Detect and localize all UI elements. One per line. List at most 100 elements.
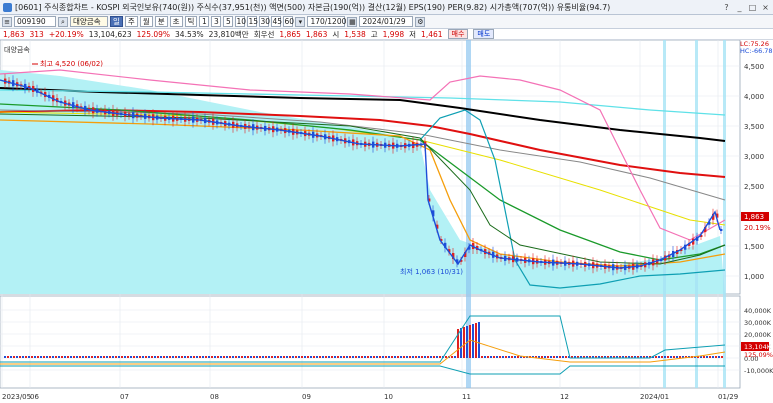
app-icon xyxy=(3,2,12,12)
volume-bar xyxy=(118,356,120,358)
volume-bar xyxy=(133,356,135,358)
minimize-button[interactable]: _ xyxy=(734,2,745,13)
quote-bar: 1,863 313 +20.19% 13,104,623 125.09% 34.… xyxy=(0,29,773,40)
volume-bar xyxy=(235,356,237,358)
price-axis: 4,5004,0003,5003,0002,5002,0001,5001,000 xyxy=(744,63,764,281)
volume-bar xyxy=(328,356,330,358)
period-tick-button[interactable]: 틱 xyxy=(184,16,198,27)
maximize-button[interactable]: □ xyxy=(747,2,758,13)
volume-bar xyxy=(355,356,357,358)
volume-bar xyxy=(100,356,102,358)
volume-bar xyxy=(199,356,201,358)
volume-bar xyxy=(514,356,516,358)
date-axis-label: 07 xyxy=(120,393,129,401)
volume-bar xyxy=(292,356,294,358)
volume-axis: 40,000K30,000K20,000K10,000K0.00-10,000K xyxy=(744,307,773,375)
volume-bar xyxy=(553,356,555,358)
volume-bar xyxy=(91,356,93,358)
period-minute-button[interactable]: 분 xyxy=(154,16,168,27)
volume-bar xyxy=(721,356,723,358)
search-icon[interactable]: ⌕ xyxy=(58,16,68,27)
volume-bar xyxy=(58,356,60,358)
sell-button[interactable]: 매도 xyxy=(473,29,495,39)
period-second-button[interactable]: 초 xyxy=(169,16,183,27)
period-week-button[interactable]: 주 xyxy=(124,16,138,27)
volume-bar xyxy=(34,356,36,358)
ask-price: 1,865 xyxy=(279,29,301,39)
volume-bar xyxy=(223,356,225,358)
volume-bar xyxy=(148,356,150,358)
volume-bar xyxy=(184,356,186,358)
price-axis-label: 1,000 xyxy=(744,273,764,281)
open-label: 시 xyxy=(332,29,340,39)
volume-bar xyxy=(49,356,51,358)
high-label: 고 xyxy=(370,29,378,39)
price-change-pct: +20.19% xyxy=(48,29,84,39)
data-range-input[interactable]: 170/1200 xyxy=(307,16,346,27)
period-month-button[interactable]: 월 xyxy=(139,16,153,27)
volume-bar xyxy=(181,356,183,358)
volume-bar xyxy=(277,356,279,358)
volume-bar xyxy=(25,356,27,358)
volume-bar xyxy=(130,356,132,358)
price-axis-label: 3,000 xyxy=(744,153,764,161)
volume-bar xyxy=(67,356,69,358)
volume-bar xyxy=(109,356,111,358)
volume-bar xyxy=(505,356,507,358)
low-annotation: 최저 1,063 (10/31) xyxy=(400,267,463,276)
volume-bar xyxy=(379,356,381,358)
volume-bar xyxy=(454,356,456,358)
help-button[interactable]: ? xyxy=(721,2,732,13)
high-price: 1,998 xyxy=(382,29,405,39)
volume-bar xyxy=(337,356,339,358)
volume-bar xyxy=(415,356,417,358)
minute-45-button[interactable]: 45 xyxy=(271,16,282,27)
volume-bar xyxy=(115,356,117,358)
minute-3-button[interactable]: 3 xyxy=(211,16,222,27)
volume-bar xyxy=(502,356,504,358)
volume-bar xyxy=(16,356,18,358)
volume-bar xyxy=(82,356,84,358)
volume-bar xyxy=(283,356,285,358)
volume-bar xyxy=(172,356,174,358)
volume-bar xyxy=(547,356,549,358)
volume-bar xyxy=(562,356,564,358)
buy-button[interactable]: 매수 xyxy=(447,29,469,39)
period-day-button[interactable]: 일 xyxy=(110,16,123,27)
price-tag: 1,863 xyxy=(744,213,764,221)
menu-icon[interactable]: ≡ xyxy=(2,16,12,27)
minute-1-button[interactable]: 1 xyxy=(199,16,210,27)
chart-toolbar: ≡ 009190 ⌕ 대양금속 일 주 월 분 초 틱 1 3 5 10 15 … xyxy=(0,15,773,29)
volume-bar xyxy=(106,356,108,358)
calendar-icon[interactable]: ▦ xyxy=(347,16,358,27)
volume-axis-label: -10,000K xyxy=(744,367,773,375)
volume-bar xyxy=(313,356,315,358)
date-axis-label: 09 xyxy=(302,393,311,401)
close-button[interactable]: × xyxy=(760,2,771,13)
volume-bar xyxy=(367,356,369,358)
stock-label: 대양금속 xyxy=(4,46,30,54)
dropdown-icon[interactable]: ▾ xyxy=(295,16,306,27)
open-price: 1,538 xyxy=(344,29,366,39)
settings-icon[interactable]: ⚙ xyxy=(415,16,426,27)
volume-bar xyxy=(52,356,54,358)
stock-code-input[interactable]: 009190 xyxy=(14,16,56,27)
minute-15-button[interactable]: 15 xyxy=(247,16,258,27)
volume-bar xyxy=(256,356,258,358)
stock-name-field[interactable]: 대양금속 xyxy=(70,16,108,27)
volume-bar xyxy=(541,356,543,358)
stock-chart[interactable]: 최고 4,520 (06/02) 최저 1,063 (10/31) 대양금속 L… xyxy=(0,40,773,403)
minute-10-button[interactable]: 10 xyxy=(235,16,246,27)
minute-30-button[interactable]: 30 xyxy=(259,16,270,27)
volume-bar xyxy=(139,356,141,358)
minute-60-button[interactable]: 60 xyxy=(283,16,294,27)
minute-5-button[interactable]: 5 xyxy=(223,16,234,27)
date-axis-label: 08 xyxy=(210,393,219,401)
volume-bar xyxy=(658,356,660,358)
volume-bar xyxy=(361,356,363,358)
date-input[interactable]: 2024/01/29 xyxy=(359,16,414,27)
volume-bar xyxy=(217,356,219,358)
volume-bar xyxy=(187,356,189,358)
volume-axis-label: 20,000K xyxy=(744,331,772,339)
volume-bar xyxy=(157,356,159,358)
